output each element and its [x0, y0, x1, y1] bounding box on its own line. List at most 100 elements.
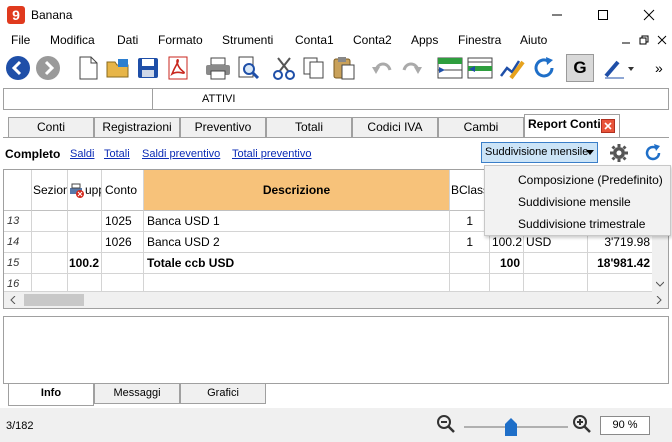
zoom-in-icon[interactable]	[572, 414, 592, 434]
horizontal-scrollbar[interactable]	[4, 292, 668, 308]
zoom-slider-thumb[interactable]	[504, 418, 517, 436]
save-icon[interactable]	[134, 54, 162, 82]
mdi-restore-icon[interactable]	[638, 34, 652, 46]
tab-totali[interactable]: Totali	[266, 117, 352, 137]
menu-aiuto[interactable]: Aiuto	[520, 33, 547, 47]
bottom-tab-grafici[interactable]: Grafici	[180, 384, 266, 404]
table-cell[interactable]	[102, 274, 144, 292]
refresh-icon[interactable]	[643, 143, 663, 163]
table-cell[interactable]: Banca USD 1	[144, 211, 450, 232]
insert-rows-icon[interactable]	[436, 54, 464, 82]
view-current[interactable]: Completo	[5, 147, 60, 161]
mdi-close-icon[interactable]	[656, 34, 670, 46]
zoom-out-icon[interactable]	[436, 414, 456, 434]
minimize-button[interactable]	[534, 0, 580, 30]
dropdown-option-trimestrale[interactable]: Suddivisione trimestrale	[518, 217, 645, 231]
table-cell[interactable]	[32, 232, 68, 253]
table-cell[interactable]	[68, 232, 102, 253]
tab-cambi[interactable]: Cambi	[438, 117, 524, 137]
cut-icon[interactable]	[270, 54, 298, 82]
menu-formato[interactable]: Formato	[158, 33, 203, 47]
redo-icon[interactable]	[398, 54, 426, 82]
menu-apps[interactable]: Apps	[411, 33, 438, 47]
table-cell[interactable]: 1025	[102, 211, 144, 232]
table-cell[interactable]	[588, 274, 654, 292]
dropdown-option-composizione[interactable]: Composizione (Predefinito)	[518, 173, 663, 187]
header-sezione[interactable]: Sezione	[32, 170, 68, 211]
table-cell[interactable]: 100	[490, 253, 524, 274]
new-file-icon[interactable]	[74, 54, 102, 82]
subdivision-select[interactable]: Suddivisione mensile	[481, 142, 598, 163]
table-cell[interactable]	[450, 253, 490, 274]
menu-finestra[interactable]: Finestra	[458, 33, 501, 47]
paste-icon[interactable]	[330, 54, 358, 82]
tab-preventivo[interactable]: Preventivo	[180, 117, 266, 137]
table-cell[interactable]	[68, 274, 102, 292]
table-cell[interactable]	[524, 253, 588, 274]
row-number[interactable]: 13	[4, 211, 32, 232]
header-descrizione[interactable]: Descrizione	[144, 170, 450, 211]
scroll-left-icon[interactable]	[10, 296, 16, 304]
table-cell[interactable]	[68, 211, 102, 232]
scroll-down-icon[interactable]	[656, 281, 664, 287]
view-link-totali[interactable]: Totali	[104, 148, 130, 160]
maximize-button[interactable]	[580, 0, 626, 30]
print-icon[interactable]	[204, 54, 232, 82]
pen-tool-icon[interactable]	[600, 54, 640, 82]
menu-dati[interactable]: Dati	[117, 33, 138, 47]
tab-registrazioni[interactable]: Registrazioni	[94, 117, 180, 137]
settings-gear-icon[interactable]	[610, 144, 628, 162]
menu-conta1[interactable]: Conta1	[295, 33, 334, 47]
tab-codici-iva[interactable]: Codici IVA	[352, 117, 438, 137]
table-cell[interactable]: 1026	[102, 232, 144, 253]
undo-icon[interactable]	[368, 54, 396, 82]
header-gruppo[interactable]: upp	[68, 170, 102, 211]
bottom-tab-messaggi[interactable]: Messaggi	[94, 384, 180, 404]
table-cell[interactable]	[524, 274, 588, 292]
table-cell[interactable]	[32, 211, 68, 232]
table-cell[interactable]	[490, 274, 524, 292]
row-number[interactable]: 16	[4, 274, 32, 292]
zoom-level-field[interactable]: 90 %	[600, 416, 650, 435]
table-cell[interactable]: Banca USD 2	[144, 232, 450, 253]
table-cell[interactable]	[450, 274, 490, 292]
delete-rows-icon[interactable]	[466, 54, 494, 82]
table-cell[interactable]	[32, 253, 68, 274]
bottom-tab-info[interactable]: Info	[8, 384, 94, 406]
header-conto[interactable]: Conto	[102, 170, 144, 211]
menu-file[interactable]: File	[11, 33, 30, 47]
g-mode-icon[interactable]: G	[566, 54, 594, 82]
close-tab-icon[interactable]	[601, 119, 615, 133]
tab-conti[interactable]: Conti	[8, 117, 94, 137]
row-number[interactable]: 15	[4, 253, 32, 274]
print-preview-icon[interactable]	[234, 54, 262, 82]
tab-report-conti[interactable]: Report Conti	[524, 114, 620, 138]
mdi-minimize-icon[interactable]	[620, 34, 634, 46]
table-cell[interactable]	[32, 274, 68, 292]
table-cell[interactable]	[144, 274, 450, 292]
table-cell[interactable]: 18'981.42	[588, 253, 654, 274]
scroll-right-icon[interactable]	[656, 296, 662, 304]
close-button[interactable]	[626, 0, 672, 30]
dropdown-option-mensile[interactable]: Suddivisione mensile	[518, 195, 631, 209]
menu-strumenti[interactable]: Strumenti	[222, 33, 273, 47]
forward-icon[interactable]	[34, 54, 62, 82]
recalculate-icon[interactable]	[530, 54, 558, 82]
view-link-saldi[interactable]: Saldi	[70, 148, 94, 160]
table-cell[interactable]: Totale ccb USD	[144, 253, 450, 274]
row-number[interactable]: 14	[4, 232, 32, 253]
open-folder-icon[interactable]	[104, 54, 132, 82]
view-link-totali-preventivo[interactable]: Totali preventivo	[232, 148, 312, 160]
view-link-saldi-preventivo[interactable]: Saldi preventivo	[142, 148, 220, 160]
back-icon[interactable]	[4, 54, 32, 82]
table-cell[interactable]: 100.2	[68, 253, 102, 274]
menu-modifica[interactable]: Modifica	[50, 33, 95, 47]
edit-chart-icon[interactable]	[498, 54, 526, 82]
cell-content[interactable]: ATTIVI	[202, 93, 235, 105]
horizontal-scroll-thumb[interactable]	[24, 294, 84, 306]
chevron-right-icon[interactable]: »	[655, 60, 663, 76]
table-cell[interactable]	[102, 253, 144, 274]
pdf-icon[interactable]	[164, 54, 192, 82]
copy-icon[interactable]	[300, 54, 328, 82]
menu-conta2[interactable]: Conta2	[353, 33, 392, 47]
